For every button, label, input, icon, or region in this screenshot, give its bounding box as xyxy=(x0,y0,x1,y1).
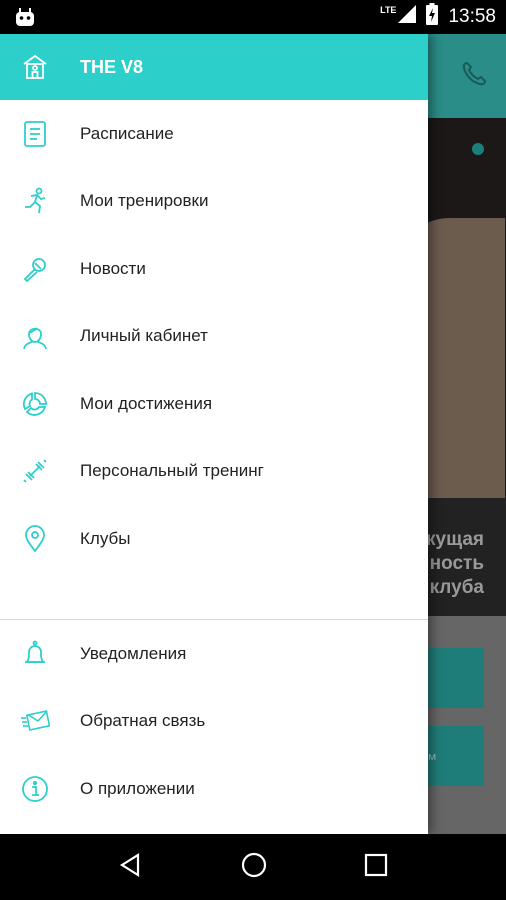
envelope-icon xyxy=(0,708,80,734)
menu-item-label: Личный кабинет xyxy=(80,326,208,346)
drawer-header[interactable]: THE V8 xyxy=(0,34,428,100)
menu-item-label: Мои достижения xyxy=(80,393,213,413)
home-icon[interactable] xyxy=(240,851,268,883)
background-button-label: м xyxy=(428,749,437,763)
info-icon xyxy=(0,775,80,803)
menu-item-label: О приложении xyxy=(80,778,195,798)
menu-item-label: Персональный тренинг xyxy=(80,461,264,481)
menu-item-label: Клубы xyxy=(80,528,131,548)
dumbbell-icon xyxy=(0,457,80,485)
menu-item-achievements[interactable]: Мои достижения xyxy=(0,370,428,438)
background-button: м xyxy=(420,726,484,786)
menu-item-news[interactable]: Новости xyxy=(0,235,428,303)
system-navigation-bar xyxy=(0,834,506,900)
achievements-icon xyxy=(0,390,80,418)
phone-icon xyxy=(460,60,488,92)
menu-item-notifications[interactable]: Уведомления xyxy=(0,620,428,688)
menu-item-label: Новости xyxy=(80,258,146,278)
menu-item-label: Обратная связь xyxy=(80,711,206,731)
menu-item-about[interactable]: О приложении xyxy=(0,755,428,823)
network-type: LTE xyxy=(380,5,397,15)
menu-item-my-workouts[interactable]: Мои тренировки xyxy=(0,168,428,236)
menu-item-label: Мои тренировки xyxy=(80,191,209,211)
signal-icon xyxy=(398,5,417,29)
menu-item-personal-training[interactable]: Персональный тренинг xyxy=(0,438,428,506)
club-building-icon xyxy=(0,54,80,80)
navigation-drawer: THE V8 Расписание Мои тренировки Новости… xyxy=(0,34,428,834)
menu-item-personal-account[interactable]: Личный кабинет xyxy=(0,303,428,371)
menu-item-clubs[interactable]: Клубы xyxy=(0,505,428,573)
profile-icon xyxy=(0,322,80,350)
android-icon xyxy=(14,7,36,31)
back-icon[interactable] xyxy=(118,852,144,882)
location-pin-icon xyxy=(0,524,80,553)
menu-item-label: Уведомления xyxy=(80,643,187,663)
drawer-title: THE V8 xyxy=(80,56,144,77)
battery-charging-icon xyxy=(426,3,439,31)
bell-icon xyxy=(0,640,80,668)
menu-item-schedule[interactable]: Расписание xyxy=(0,100,428,168)
menu-item-feedback[interactable]: Обратная связь xyxy=(0,688,428,756)
clock: 13:58 xyxy=(448,6,496,27)
status-bar: LTE 13:58 xyxy=(0,0,506,34)
schedule-icon xyxy=(0,120,80,148)
recents-icon[interactable] xyxy=(364,853,388,881)
menu-item-label: Расписание xyxy=(80,123,174,143)
background-button xyxy=(420,648,484,708)
carousel-indicator xyxy=(472,143,484,155)
microphone-icon xyxy=(0,255,80,283)
running-icon xyxy=(0,187,80,215)
